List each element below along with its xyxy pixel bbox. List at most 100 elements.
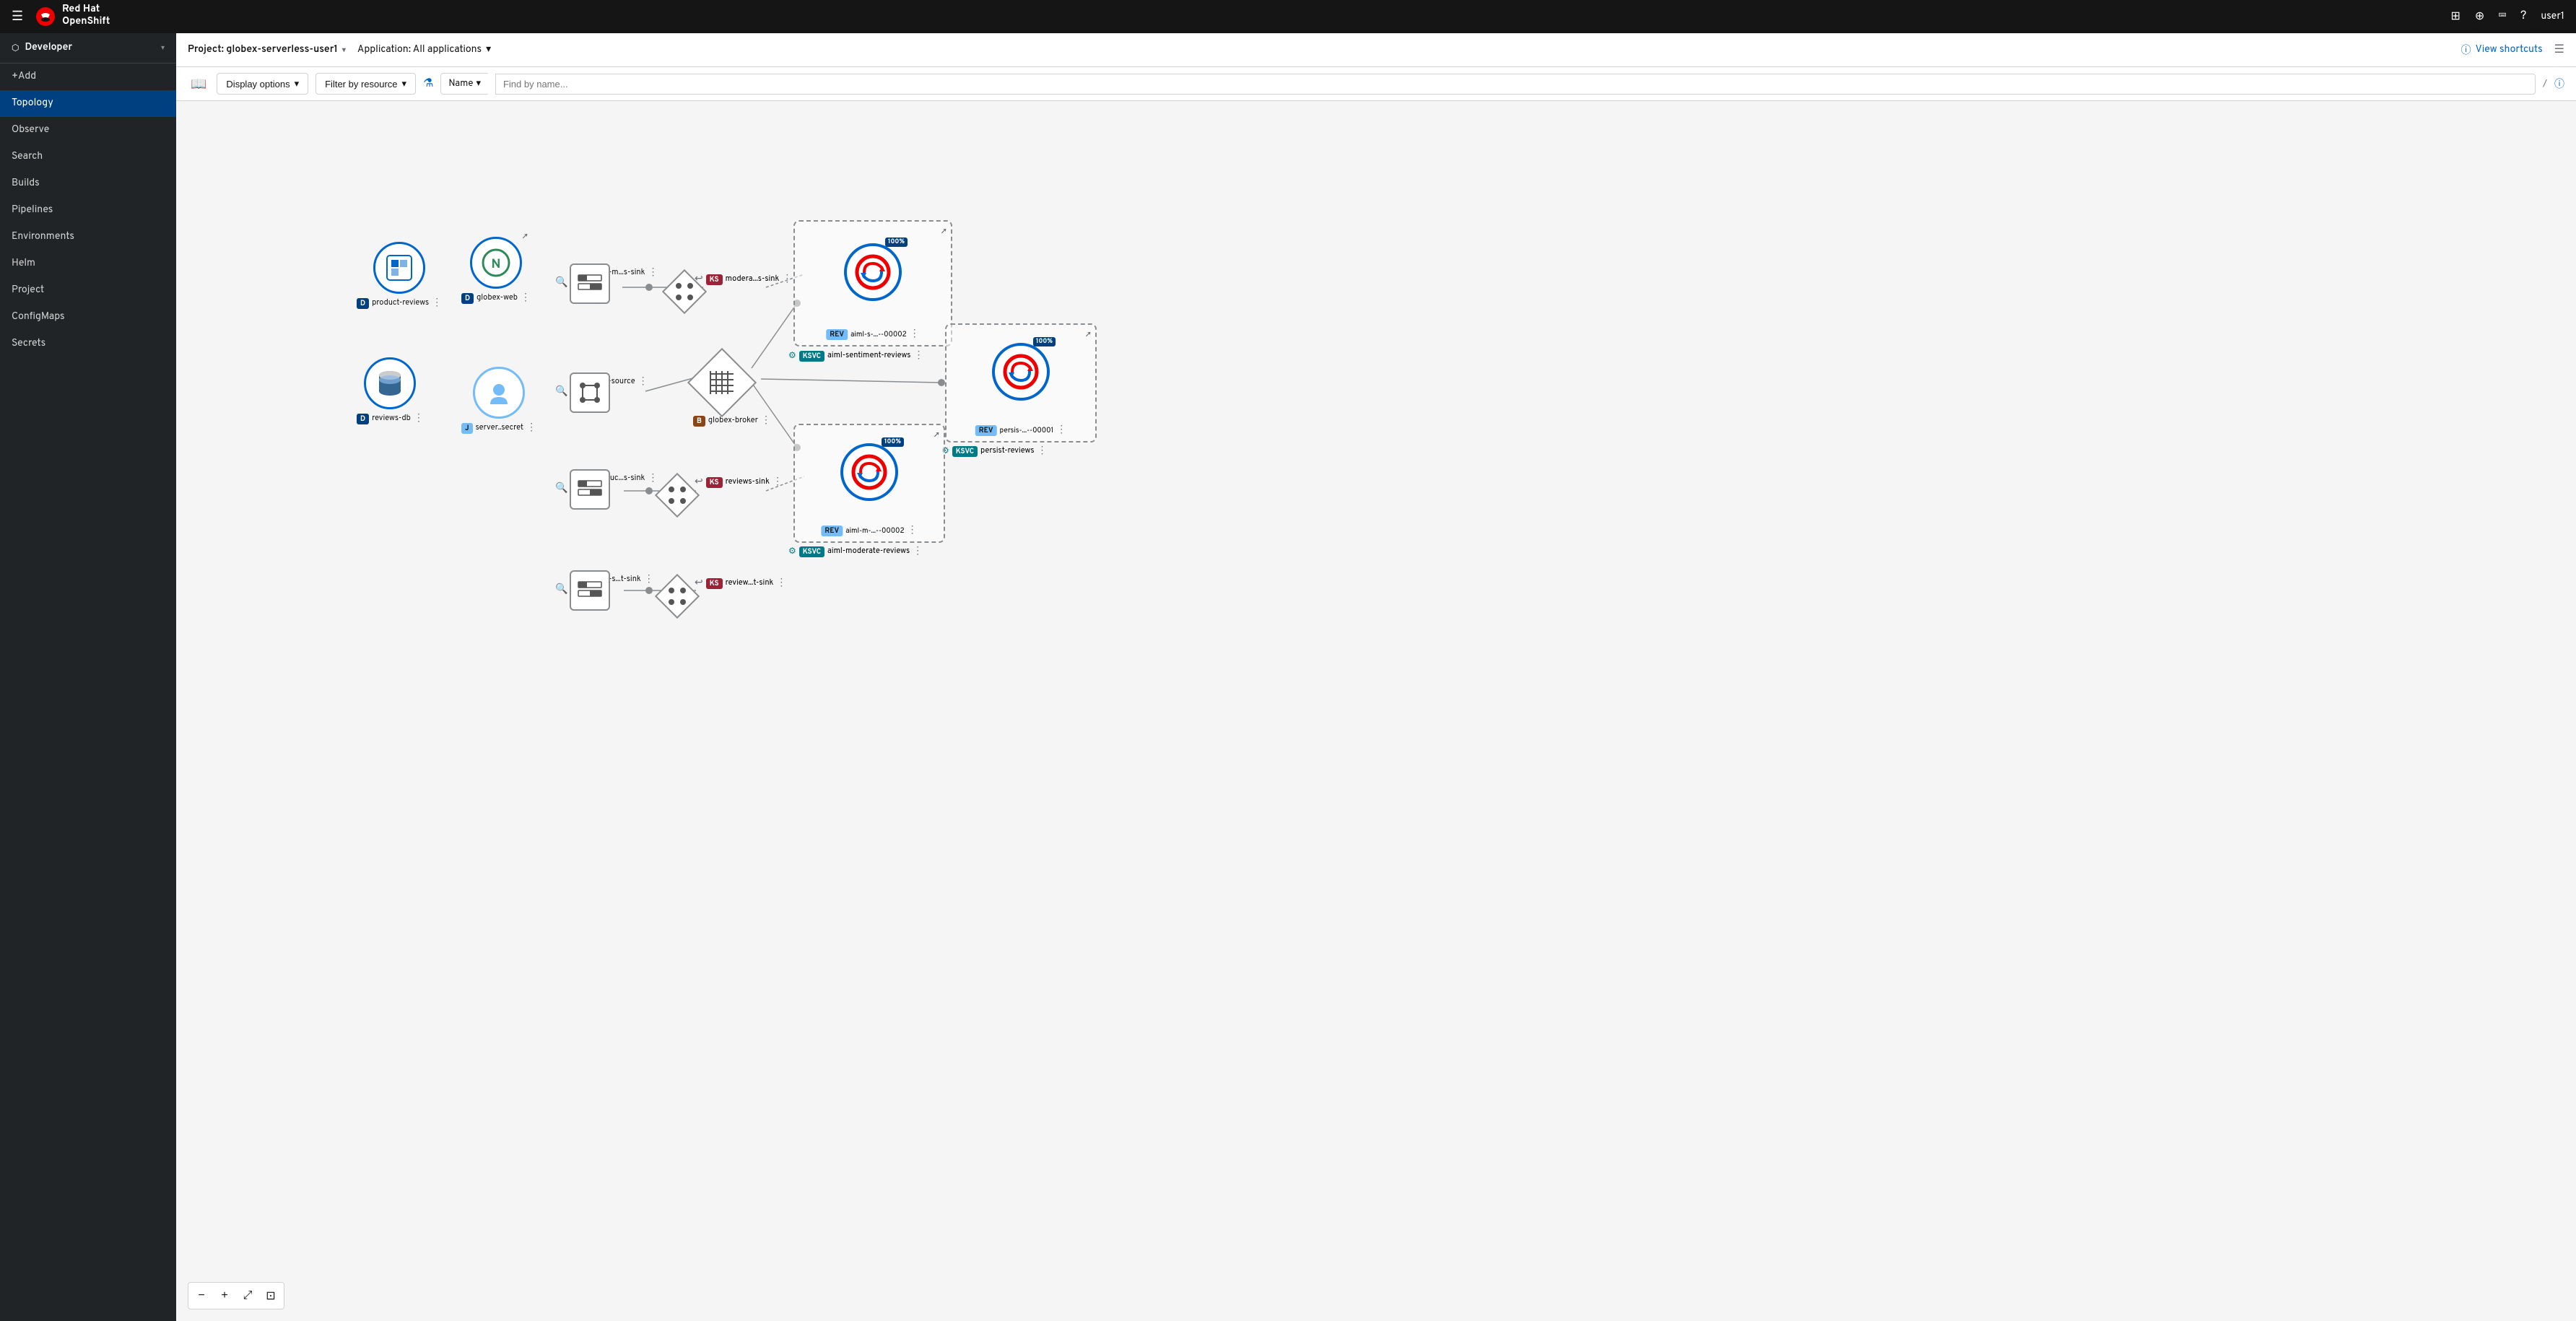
sidebar-item-builds[interactable]: Builds	[0, 170, 176, 197]
review-t-sink-arrow-icon: ↩	[695, 577, 703, 590]
app-label: Application: All applications	[357, 44, 482, 56]
aiml-moderate-rev-menu-icon[interactable]: ⋮	[908, 524, 918, 537]
sidebar-item-topology[interactable]: Topology	[0, 90, 176, 117]
ks-reviews-sink-row[interactable]: KS reviews-sink ⋮	[706, 476, 783, 489]
persist-reviews-circle-node[interactable]: 100%	[992, 343, 1050, 401]
aiml-sentiment-rev-row[interactable]: REV aiml-s-...--00002 ⋮	[826, 328, 919, 341]
book-icon-button[interactable]: 📖	[188, 74, 209, 95]
review-t-sink-menu-icon[interactable]: ⋮	[776, 577, 786, 590]
app-selector[interactable]: Application: All applications ▾	[357, 43, 491, 56]
sidebar-item-helm[interactable]: Helm	[0, 250, 176, 277]
reviews-sink-label: reviews-sink	[726, 477, 770, 487]
source-produc-s-sink-box[interactable]	[570, 469, 610, 510]
sidebar: ⬡ Developer ▾ +Add Topology Observe Sear…	[0, 33, 176, 1321]
sidebar-item-add[interactable]: +Add	[0, 64, 176, 90]
kafka-source-box[interactable]	[570, 372, 610, 413]
ks-modera-s-sink-row[interactable]: KS modera...s-sink ⋮	[706, 273, 793, 286]
globex-web-menu-icon[interactable]: ⋮	[521, 292, 531, 305]
produc-s-sink-search-icon: 🔍	[555, 482, 567, 495]
aiml-m-s-sink-search-icon: 🔍	[555, 276, 567, 289]
sidebar-item-pipelines[interactable]: Pipelines	[0, 197, 176, 224]
context-switcher[interactable]: ⬡ Developer ▾	[0, 33, 176, 64]
globex-broker-diamond[interactable]	[693, 354, 751, 411]
sidebar-item-configmaps[interactable]: ConfigMaps	[0, 304, 176, 331]
node-reviews-db[interactable]: D reviews-db ⋮	[357, 357, 424, 425]
grid-icon[interactable]: ⊞	[2450, 9, 2460, 25]
zoom-out-button[interactable]: +	[214, 1286, 235, 1306]
group-aiml-sentiment-ext-link-icon[interactable]: ↗	[941, 226, 947, 237]
sidebar-item-secrets[interactable]: Secrets	[0, 331, 176, 357]
globex-broker-group: B globex-broker ⋮	[693, 354, 771, 427]
list-view-icon[interactable]: ☰	[2554, 42, 2564, 58]
zoom-controls: − + ⤢ ⊡	[188, 1282, 284, 1309]
aiml-sentiment-rev-menu-icon[interactable]: ⋮	[910, 328, 920, 341]
sidebar-item-project[interactable]: Project	[0, 277, 176, 304]
aiml-moderate-rev-badge: REV	[821, 526, 843, 536]
aiml-moderate-rev-label: aiml-m-...--00002	[845, 526, 904, 536]
content-area: Project: globex-serverless-user1 ▾ Appli…	[176, 33, 2576, 1321]
modera-s-sink-label: modera...s-sink	[726, 274, 780, 284]
zoom-fit-button[interactable]: ⊡	[261, 1286, 281, 1306]
ksvc-aiml-moderate-icon: ⚙	[788, 546, 796, 557]
ks-review-t-sink-row[interactable]: KS review...t-sink ⋮	[706, 577, 787, 590]
navbar: ☰ Red Hat OpenShift ⊞ ⊕ ⌨ ? user1	[0, 0, 2576, 33]
context-arrow-icon: ▾	[161, 43, 165, 53]
project-selector[interactable]: Project: globex-serverless-user1 ▾	[188, 44, 346, 56]
content-header: Project: globex-serverless-user1 ▾ Appli…	[176, 33, 2576, 67]
zoom-in-button[interactable]: −	[191, 1286, 212, 1306]
sidebar-item-search[interactable]: Search	[0, 144, 176, 170]
aiml-sentiment-circle-node[interactable]: 100%	[844, 243, 902, 301]
view-shortcuts-link[interactable]: ⓘ View shortcuts	[2461, 43, 2543, 58]
display-options-button[interactable]: Display options ▾	[217, 73, 308, 95]
persist-reviews-rev-menu-icon[interactable]: ⋮	[1056, 424, 1066, 437]
product-reviews-menu-icon[interactable]: ⋮	[432, 297, 442, 310]
filter-name-selector[interactable]: Name ▾	[440, 73, 488, 95]
node-product-reviews[interactable]: D product-reviews ⋮	[357, 242, 442, 310]
terminal-icon[interactable]: ⌨	[2499, 9, 2506, 24]
ksvc-aiml-sentiment-row[interactable]: ⚙ KSVC aiml-sentiment-reviews ⋮	[788, 349, 923, 362]
aiml-moderate-rev-row[interactable]: REV aiml-m-...--00002 ⋮	[821, 524, 917, 537]
svg-text:N: N	[492, 256, 501, 273]
source-aiml-m-s-sink-box[interactable]	[570, 263, 610, 304]
ksvc-persist-reviews-menu-icon[interactable]: ⋮	[1037, 445, 1048, 458]
review-t-sink-badge: KS	[706, 578, 723, 589]
context-icon: ⬡	[12, 43, 19, 54]
help-icon[interactable]: ?	[2520, 9, 2526, 24]
aiml-s-t-sink-search-icon: 🔍	[555, 583, 567, 596]
topology-canvas[interactable]: D product-reviews ⋮ ↗ N D globex-web ⋮	[176, 101, 2576, 1321]
ksvc-aiml-moderate-menu-icon[interactable]: ⋮	[913, 545, 923, 558]
ksvc-persist-reviews-label: persist-reviews	[980, 446, 1035, 456]
zoom-reset-button[interactable]: ⤢	[238, 1286, 258, 1306]
server-secret-menu-icon[interactable]: ⋮	[526, 422, 536, 435]
node-globex-web[interactable]: ↗ N D globex-web ⋮	[461, 237, 531, 305]
group-persist-reviews-ext-link-icon[interactable]: ↗	[1086, 329, 1091, 341]
ks-review-t-sink-group: ↩ KS review...t-sink ⋮	[695, 577, 786, 590]
modera-s-sink-menu-icon[interactable]: ⋮	[782, 273, 792, 286]
reviews-db-menu-icon[interactable]: ⋮	[414, 412, 424, 425]
diamond-node-3	[658, 577, 696, 615]
sidebar-item-observe[interactable]: Observe	[0, 117, 176, 144]
reviews-sink-menu-icon[interactable]: ⋮	[773, 476, 783, 489]
plus-circle-icon[interactable]: ⊕	[2475, 9, 2484, 25]
user-menu[interactable]: user1	[2541, 11, 2564, 23]
hamburger-menu[interactable]: ☰	[12, 9, 23, 25]
aiml-moderate-circle-node[interactable]: 100%	[840, 443, 898, 501]
product-reviews-badge: D	[357, 298, 369, 309]
context-label: Developer	[25, 42, 155, 54]
node-server-secret[interactable]: J server..secret ⋮	[461, 367, 536, 435]
search-input[interactable]	[495, 74, 2536, 95]
diamond-node-2	[658, 476, 696, 514]
filter-by-resource-button[interactable]: Filter by resource ▾	[316, 73, 416, 95]
globex-broker-menu-icon[interactable]: ⋮	[761, 414, 771, 427]
group-aiml-moderate-ext-link-icon[interactable]: ↗	[934, 430, 939, 441]
sidebar-item-environments[interactable]: Environments	[0, 224, 176, 250]
persist-reviews-rev-badge: REV	[975, 425, 997, 436]
ksvc-aiml-sentiment-menu-icon[interactable]: ⋮	[913, 349, 923, 362]
kafka-source-menu-icon[interactable]: ⋮	[638, 375, 648, 388]
ksvc-persist-reviews-row[interactable]: ⚙ KSVC persist-reviews ⋮	[941, 445, 1048, 458]
filter-name-label: Name	[448, 78, 473, 90]
persist-reviews-rev-row[interactable]: REV persis-...--00001 ⋮	[975, 424, 1067, 437]
toolbar-info-icon[interactable]: ⓘ	[2554, 77, 2564, 92]
ksvc-aiml-moderate-row[interactable]: ⚙ KSVC aiml-moderate-reviews ⋮	[788, 545, 923, 558]
source-aiml-s-t-sink-box[interactable]	[570, 570, 610, 611]
